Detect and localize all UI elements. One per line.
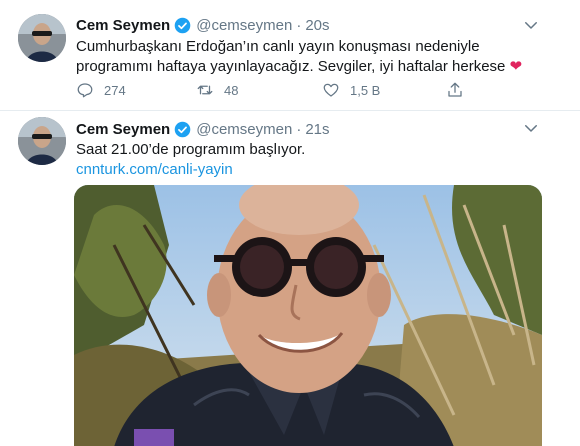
chevron-down-icon[interactable] [522,16,540,34]
like-count: 1,5 B [350,82,381,98]
avatar[interactable] [18,117,66,165]
tweet-text: Cumhurbaşkanı Erdoğan’ın canlı yayın kon… [76,37,526,77]
verified-badge-icon [174,17,191,33]
tweet-text-content: Saat 21.00’de programım başlıyor. [76,141,306,158]
tweet-actions: 274 48 1,5 B [76,80,476,100]
avatar[interactable] [18,14,66,62]
separator-dot: · [296,120,302,138]
tweet-link[interactable]: cnnturk.com/canli-yayin [76,160,526,180]
chevron-down-icon[interactable] [522,119,540,137]
heart-emoji: ❤ [509,58,523,75]
author-handle[interactable]: @cemseymen [196,17,292,34]
retweet-icon [197,85,213,95]
like-button[interactable]: 1,5 B [322,80,380,100]
tweet-text: Saat 21.00’de programım başlıyor. cnntur… [76,140,526,180]
share-icon [448,82,462,97]
tweet-photo[interactable] [74,185,542,446]
reply-button[interactable]: 274 [76,80,126,100]
author-handle[interactable]: @cemseymen [196,121,292,138]
author-name[interactable]: Cem Seymen [76,17,170,34]
share-button[interactable] [446,80,474,100]
verified-badge-icon [174,121,191,137]
retweet-count: 48 [224,82,239,98]
reply-count: 274 [104,82,126,98]
like-icon [323,83,339,97]
tweet[interactable]: Cem Seymen @cemseymen · 21s Saat 21.00’d… [0,110,580,446]
author-name[interactable]: Cem Seymen [76,121,170,138]
tweet[interactable]: Cem Seymen @cemseymen · 20s Cumhurbaşkan… [0,0,580,110]
retweet-button[interactable]: 48 [196,80,238,100]
reply-icon [77,83,93,98]
tweet-timestamp[interactable]: 21s [305,121,329,138]
separator-dot: · [296,16,302,34]
selfie-photo [74,185,542,446]
tweet-text-content: Cumhurbaşkanı Erdoğan’ın canlı yayın kon… [76,38,506,75]
tweet-timestamp[interactable]: 20s [305,17,329,34]
